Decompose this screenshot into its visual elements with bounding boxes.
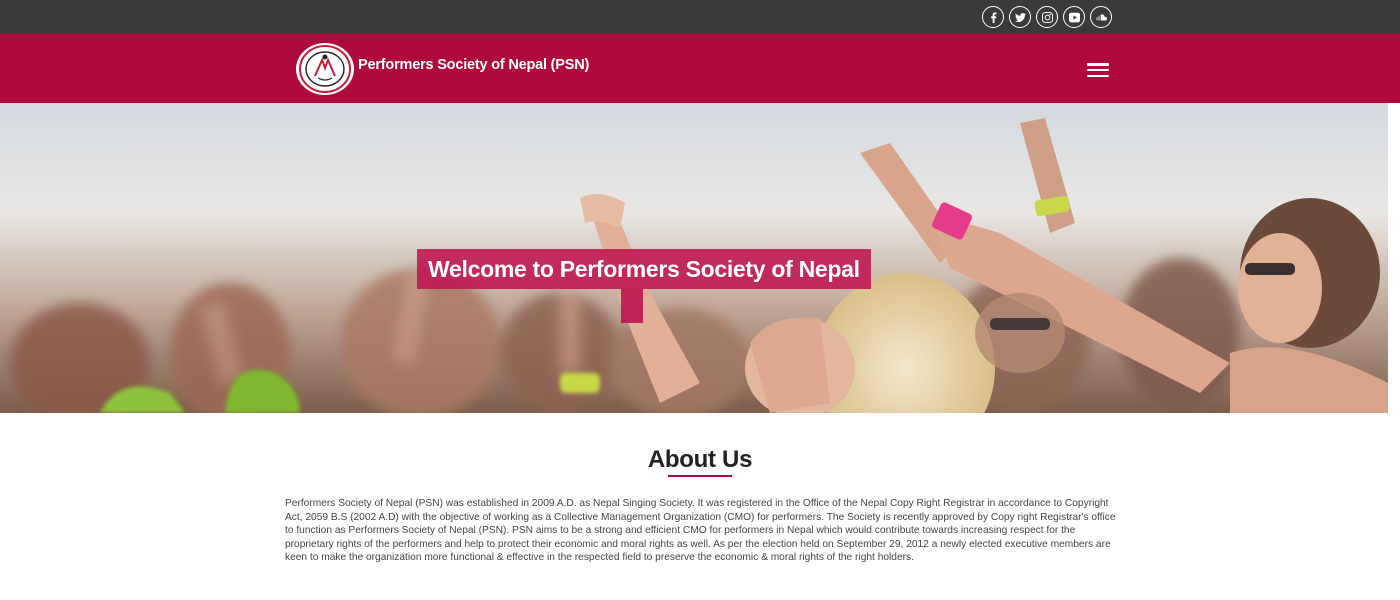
soundcloud-link[interactable] — [1090, 6, 1112, 28]
hamburger-icon[interactable] — [1087, 63, 1109, 77]
welcome-banner: Welcome to Performers Society of Nepal — [417, 249, 871, 289]
psn-logo[interactable] — [296, 43, 354, 95]
facebook-icon — [990, 11, 996, 23]
soundcloud-icon — [1095, 13, 1107, 20]
top-social-bar — [0, 0, 1400, 34]
hero-banner: Welcome to Performers Society of Nepal — [0, 103, 1388, 413]
facebook-link[interactable] — [982, 6, 1004, 28]
psn-logo-emblem — [299, 45, 351, 93]
instagram-icon — [1041, 11, 1053, 23]
hamburger-bar — [1087, 63, 1109, 66]
instagram-link[interactable] — [1036, 6, 1058, 28]
about-text: Performers Society of Nepal (PSN) was es… — [285, 498, 1116, 564]
hamburger-bar — [1087, 68, 1109, 72]
site-header: Performers Society of Nepal (PSN) — [0, 34, 1400, 103]
hamburger-bar — [1087, 74, 1109, 77]
welcome-banner-tab — [621, 289, 643, 323]
about-title: About Us — [647, 446, 753, 473]
site-brand[interactable]: Performers Society of Nepal (PSN) — [358, 57, 589, 73]
about-title-underline — [668, 475, 732, 477]
twitter-icon — [1014, 12, 1026, 22]
social-links — [982, 6, 1112, 28]
youtube-link[interactable] — [1063, 6, 1085, 28]
youtube-icon — [1068, 12, 1080, 22]
twitter-link[interactable] — [1009, 6, 1031, 28]
